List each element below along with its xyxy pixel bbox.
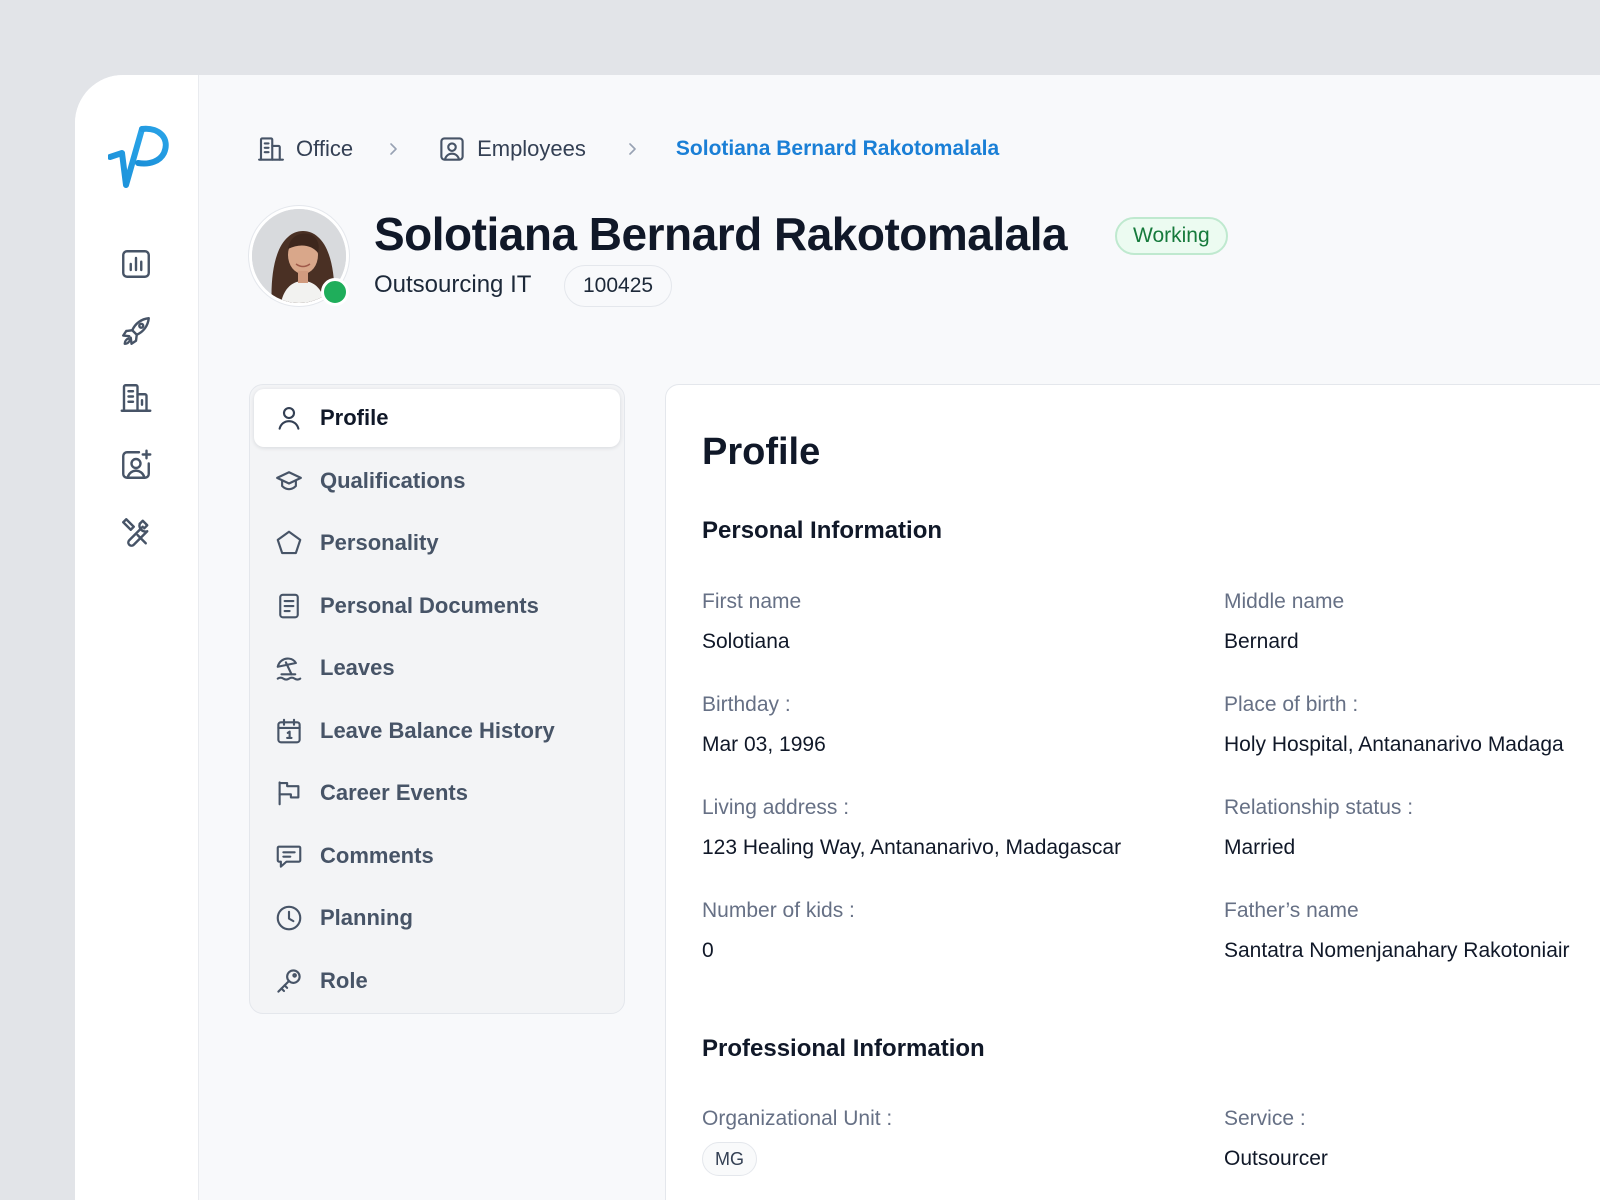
user-icon (278, 406, 300, 430)
employee-id-badge: 100425 (564, 265, 673, 307)
menu-item-role[interactable]: Role (254, 952, 620, 1010)
personal-info-heading: Personal Information (702, 517, 943, 544)
menu-item-personality[interactable]: Personality (254, 514, 620, 572)
middle-name-value: Bernard (1224, 630, 1299, 653)
middle-name-label: Middle name (1224, 590, 1345, 613)
flag-icon (278, 781, 300, 806)
org-unit-label: Organizational Unit : (702, 1107, 893, 1130)
first-name-label: First name (702, 590, 802, 613)
breadcrumb-current[interactable]: Solotiana Bernard Rakotomalala (676, 137, 999, 161)
menu-item-label: Qualifications (320, 467, 466, 493)
beach-umbrella-icon (276, 657, 302, 681)
service-value: Outsourcer (1224, 1147, 1328, 1170)
building-icon[interactable] (118, 380, 154, 416)
icon-rail (75, 75, 199, 1200)
birthday-label: Birthday : (702, 693, 791, 716)
breadcrumb-office[interactable]: Office (256, 134, 353, 164)
pentagon-icon (276, 530, 302, 555)
graduation-cap-icon (276, 470, 302, 490)
breadcrumb-office-label: Office (296, 136, 354, 161)
birthday-value: Mar 03, 1996 (702, 733, 826, 756)
app-window: Office Employees Solotiana Bernard Rakot… (75, 75, 1600, 1200)
building-icon (258, 137, 284, 161)
number-of-kids-value: 0 (702, 939, 714, 962)
menu-item-planning[interactable]: Planning (254, 889, 620, 947)
relationship-status-label: Relationship status : (1224, 796, 1414, 819)
user-card-icon (440, 137, 464, 161)
avatar[interactable] (249, 206, 349, 306)
relationship-status-value: Married (1224, 836, 1296, 859)
profile-panel: Profile Personal Information First name … (665, 384, 1600, 1200)
page-title: Solotiana Bernard Rakotomalala (374, 208, 1068, 260)
menu-item-leave-balance-history[interactable]: Leave Balance History (254, 702, 620, 760)
fathers-name-value: Santatra Nomenjanahary Rakotoniair (1224, 939, 1570, 962)
chevron-right-icon (629, 143, 636, 155)
menu-item-label: Leave Balance History (320, 717, 555, 743)
logo-icon[interactable] (107, 123, 170, 189)
breadcrumb-current-label: Solotiana Bernard Rakotomalala (675, 137, 1000, 160)
chevron-right-icon (390, 143, 397, 155)
user-add-icon[interactable] (118, 447, 154, 483)
calendar-icon (277, 718, 301, 743)
employee-department: Outsourcing IT (374, 271, 532, 298)
breadcrumb-employees[interactable]: Employees (437, 134, 586, 164)
menu-item-leaves[interactable]: Leaves (254, 639, 620, 697)
menu-item-label: Personality (320, 530, 439, 555)
tools-icon[interactable] (118, 514, 154, 550)
place-of-birth-value: Holy Hospital, Antananarivo Madaga (1224, 733, 1564, 756)
menu-item-label: Personal Documents (320, 592, 539, 618)
service-label: Service : (1224, 1107, 1306, 1130)
menu-item-label: Career Events (320, 780, 468, 805)
message-icon (276, 845, 302, 868)
menu-item-personal-documents[interactable]: Personal Documents (254, 577, 620, 635)
profile-section-menu: Profile Qualifications Personality Perso… (249, 384, 625, 1014)
document-icon (279, 593, 299, 618)
living-address-label: Living address : (702, 796, 850, 819)
menu-item-label: Profile (320, 405, 389, 430)
menu-item-profile[interactable]: Profile (254, 389, 620, 447)
clock-icon (276, 905, 302, 931)
menu-item-label: Comments (320, 842, 434, 868)
panel-title: Profile (702, 431, 821, 473)
menu-item-label: Role (320, 967, 368, 993)
breadcrumb: Office Employees Solotiana Bernard Rakot… (256, 129, 999, 169)
key-icon (277, 968, 301, 993)
menu-item-comments[interactable]: Comments (254, 827, 620, 885)
rocket-icon[interactable] (118, 313, 154, 349)
menu-item-label: Leaves (320, 655, 395, 680)
status-badge: Working (1115, 217, 1228, 255)
fathers-name-label: Father’s name (1224, 899, 1359, 922)
chart-icon[interactable] (118, 246, 154, 282)
org-unit-tag: MG (702, 1142, 757, 1176)
menu-item-career-events[interactable]: Career Events (254, 764, 620, 822)
number-of-kids-label: Number of kids : (702, 899, 855, 922)
online-status-dot (321, 278, 349, 306)
living-address-value: 123 Healing Way, Antananarivo, Madagasca… (702, 836, 1122, 859)
menu-item-label: Planning (320, 905, 413, 930)
place-of-birth-label: Place of birth : (1224, 693, 1359, 716)
breadcrumb-employees-label: Employees (477, 136, 586, 161)
professional-info-heading: Professional Information (702, 1035, 985, 1062)
menu-item-qualifications[interactable]: Qualifications (254, 452, 620, 510)
first-name-value: Solotiana (702, 630, 790, 653)
